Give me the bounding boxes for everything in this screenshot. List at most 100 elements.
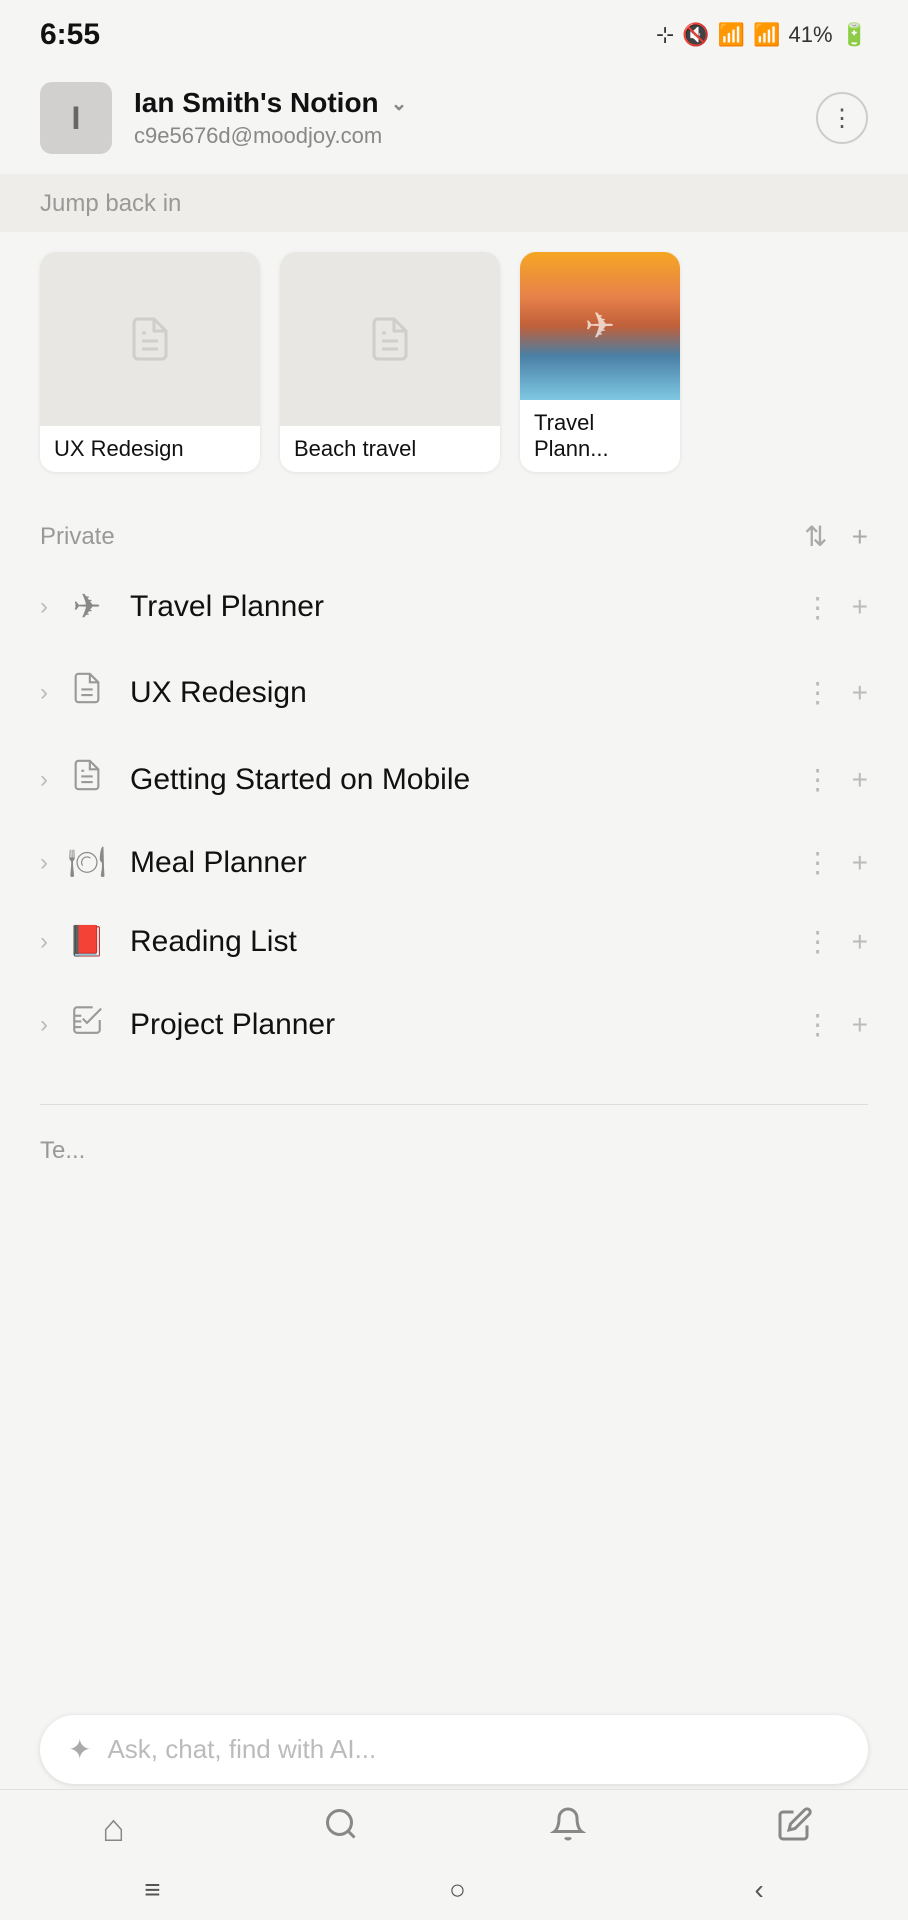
nav-item-more-icon[interactable]: ⋮ bbox=[804, 1008, 832, 1041]
nav-item-more-icon[interactable]: ⋮ bbox=[804, 846, 832, 879]
cards-row: UX Redesign Beach travel ✈ Travel Plann.… bbox=[0, 232, 908, 492]
nav-title-project-planner: Project Planner bbox=[130, 1008, 804, 1042]
card-ux-redesign[interactable]: UX Redesign bbox=[40, 252, 260, 472]
reading-nav-icon: 📕 bbox=[66, 924, 108, 959]
nav-item-reading-list[interactable]: › 📕 Reading List ⋮ + bbox=[0, 902, 908, 981]
card-ux-redesign-label: UX Redesign bbox=[40, 426, 260, 472]
plane-icon: ✈ bbox=[585, 305, 615, 347]
nav-item-more-icon[interactable]: ⋮ bbox=[804, 925, 832, 958]
bottom-nav: ⌂ bbox=[0, 1789, 908, 1860]
nav-item-add-icon[interactable]: + bbox=[852, 926, 868, 958]
private-actions: ⇅ + bbox=[804, 520, 868, 553]
nav-item-ux-redesign[interactable]: › UX Redesign ⋮ + bbox=[0, 649, 908, 736]
nav-item-add-icon[interactable]: + bbox=[852, 677, 868, 709]
status-icons: ⊹ 🔇 📶 📶 41% 🔋 bbox=[656, 22, 868, 48]
account-email: c9e5676d@moodjoy.com bbox=[134, 123, 407, 149]
chevron-right-icon: › bbox=[40, 849, 48, 877]
card-travel-planner-label: Travel Plann... bbox=[520, 400, 680, 472]
battery-icon: 🔋 bbox=[841, 22, 868, 48]
card-beach-travel[interactable]: Beach travel bbox=[280, 252, 500, 472]
nav-item-actions: ⋮ + bbox=[804, 1008, 868, 1041]
nav-item-actions: ⋮ + bbox=[804, 676, 868, 709]
battery-level: 41% bbox=[789, 22, 833, 48]
nav-title-meal-planner: Meal Planner bbox=[130, 846, 804, 880]
section-divider bbox=[40, 1104, 868, 1105]
nav-edit-button[interactable] bbox=[681, 1806, 908, 1852]
nav-item-add-icon[interactable]: + bbox=[852, 591, 868, 623]
chevron-right-icon: › bbox=[40, 593, 48, 621]
doc-nav-icon bbox=[66, 671, 108, 714]
nav-item-more-icon[interactable]: ⋮ bbox=[804, 591, 832, 624]
nav-item-add-icon[interactable]: + bbox=[852, 847, 868, 879]
doc-nav-icon-2 bbox=[66, 758, 108, 801]
more-options-button[interactable]: ⋮ bbox=[816, 92, 868, 144]
nav-home-button[interactable]: ⌂ bbox=[0, 1808, 227, 1851]
avatar-initial: I bbox=[72, 100, 81, 137]
bluetooth-icon: ⊹ bbox=[656, 22, 674, 48]
nav-item-actions: ⋮ + bbox=[804, 763, 868, 796]
nav-title-getting-started: Getting Started on Mobile bbox=[130, 763, 804, 797]
private-section-header: Private ⇅ + bbox=[0, 492, 908, 565]
nav-title-ux-redesign: UX Redesign bbox=[130, 676, 804, 710]
account-header: I Ian Smith's Notion ⌄ c9e5676d@moodjoy.… bbox=[0, 62, 908, 174]
chevron-right-icon: › bbox=[40, 928, 48, 956]
mute-icon: 🔇 bbox=[682, 22, 709, 48]
meal-nav-icon: 🍽 bbox=[66, 845, 108, 880]
nav-item-actions: ⋮ + bbox=[804, 925, 868, 958]
nav-title-travel-planner: Travel Planner bbox=[130, 590, 804, 624]
card-beach-travel-thumbnail bbox=[280, 252, 500, 426]
chevron-right-icon: › bbox=[40, 766, 48, 794]
card-travel-planner-thumbnail: ✈ bbox=[520, 252, 680, 400]
account-info: Ian Smith's Notion ⌄ c9e5676d@moodjoy.co… bbox=[134, 87, 407, 149]
account-left: I Ian Smith's Notion ⌄ c9e5676d@moodjoy.… bbox=[40, 82, 407, 154]
nav-list: › ✈ Travel Planner ⋮ + › UX Redesign ⋮ +… bbox=[0, 565, 908, 1088]
nav-notifications-button[interactable] bbox=[454, 1806, 681, 1852]
nav-item-actions: ⋮ + bbox=[804, 591, 868, 624]
home-icon: ⌂ bbox=[102, 1808, 125, 1851]
android-menu-button[interactable]: ≡ bbox=[144, 1874, 160, 1906]
jump-back-in-section: Jump back in bbox=[0, 174, 908, 232]
account-chevron-icon: ⌄ bbox=[391, 91, 408, 116]
chevron-right-icon: › bbox=[40, 1011, 48, 1039]
android-home-button[interactable]: ○ bbox=[449, 1874, 466, 1906]
add-section-icon[interactable]: + bbox=[852, 521, 868, 553]
card-ux-redesign-thumbnail bbox=[40, 252, 260, 426]
nav-item-add-icon[interactable]: + bbox=[852, 764, 868, 796]
ai-input-bar[interactable]: ✦ Ask, chat, find with AI... bbox=[40, 1715, 868, 1784]
ai-placeholder: Ask, chat, find with AI... bbox=[107, 1734, 376, 1765]
nav-item-add-icon[interactable]: + bbox=[852, 1009, 868, 1041]
card-travel-planner[interactable]: ✈ Travel Plann... bbox=[520, 252, 680, 472]
signal-icon: 📶 bbox=[753, 22, 780, 48]
account-name[interactable]: Ian Smith's Notion ⌄ bbox=[134, 87, 407, 119]
status-bar: 6:55 ⊹ 🔇 📶 📶 41% 🔋 bbox=[0, 0, 908, 62]
sort-icon[interactable]: ⇅ bbox=[804, 520, 827, 553]
android-back-button[interactable]: ‹ bbox=[754, 1874, 763, 1906]
team-section-partial: Te... bbox=[0, 1121, 908, 1181]
jump-back-in-label: Jump back in bbox=[40, 190, 181, 217]
bell-icon bbox=[550, 1806, 586, 1852]
plane-nav-icon: ✈ bbox=[66, 587, 108, 627]
nav-title-reading-list: Reading List bbox=[130, 925, 804, 959]
team-label: Te... bbox=[40, 1137, 85, 1164]
nav-item-travel-planner[interactable]: › ✈ Travel Planner ⋮ + bbox=[0, 565, 908, 649]
edit-icon bbox=[777, 1806, 813, 1852]
ai-spark-icon: ✦ bbox=[68, 1733, 91, 1766]
search-icon bbox=[323, 1806, 359, 1852]
account-name-text: Ian Smith's Notion bbox=[134, 87, 379, 119]
wifi-icon: 📶 bbox=[718, 22, 745, 48]
nav-search-button[interactable] bbox=[227, 1806, 454, 1852]
nav-item-actions: ⋮ + bbox=[804, 846, 868, 879]
nav-item-more-icon[interactable]: ⋮ bbox=[804, 676, 832, 709]
nav-item-meal-planner[interactable]: › 🍽 Meal Planner ⋮ + bbox=[0, 823, 908, 902]
ai-bar: ✦ Ask, chat, find with AI... bbox=[0, 1699, 908, 1800]
nav-item-more-icon[interactable]: ⋮ bbox=[804, 763, 832, 796]
android-nav-bar: ≡ ○ ‹ bbox=[0, 1860, 908, 1920]
private-label: Private bbox=[40, 523, 115, 551]
card-beach-travel-label: Beach travel bbox=[280, 426, 500, 472]
chevron-right-icon: › bbox=[40, 679, 48, 707]
nav-item-project-planner[interactable]: › Project Planner ⋮ + bbox=[0, 981, 908, 1068]
status-time: 6:55 bbox=[40, 18, 100, 52]
avatar[interactable]: I bbox=[40, 82, 112, 154]
checklist-nav-icon bbox=[66, 1003, 108, 1046]
nav-item-getting-started[interactable]: › Getting Started on Mobile ⋮ + bbox=[0, 736, 908, 823]
